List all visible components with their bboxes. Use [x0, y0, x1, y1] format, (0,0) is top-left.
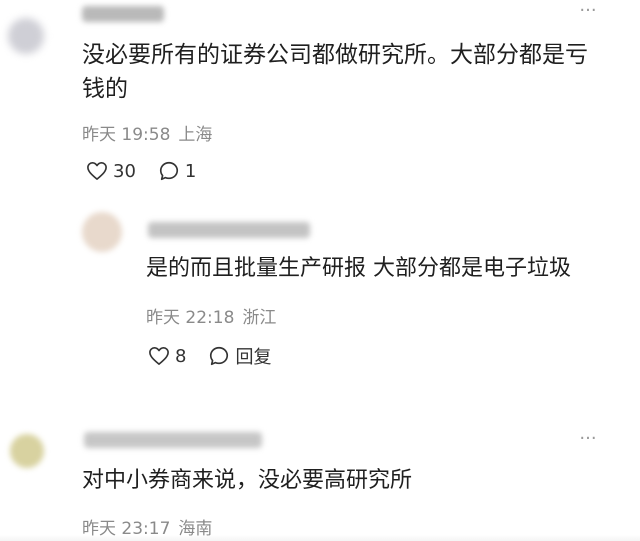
- comment-meta: 昨天 19:58 上海: [82, 120, 220, 145]
- comment-location: 上海: [178, 125, 213, 145]
- comment-time: 昨天 22:18: [146, 308, 235, 328]
- comment-actions: 8 回复: [148, 343, 293, 369]
- username-blurred[interactable]: [82, 6, 164, 22]
- reply-button[interactable]: 回复: [208, 343, 271, 369]
- like-count: 30: [113, 160, 136, 182]
- more-options-icon[interactable]: ···: [578, 430, 598, 448]
- bottom-edge: [0, 535, 640, 541]
- comment-bubble-icon: [210, 346, 229, 366]
- avatar[interactable]: [8, 18, 44, 54]
- avatar[interactable]: [82, 212, 122, 252]
- comment-text: 对中小券商来说，没必要高研究所: [82, 468, 413, 493]
- username-blurred[interactable]: [84, 432, 262, 448]
- comment-text: 没必要所有的证券公司都做研究所。大部分都是亏钱的: [82, 42, 588, 102]
- comment-actions: 30 1: [86, 160, 218, 182]
- comment-1: ··· 没必要所有的证券公司都做研究所。大部分都是亏钱的 昨天 19:58 上海 …: [0, 0, 640, 200]
- like-button[interactable]: 8: [148, 346, 186, 367]
- reply-count: 1: [184, 160, 197, 182]
- comment-3: ··· 对中小券商来说，没必要高研究所 昨天 23:17 海南: [0, 420, 640, 541]
- comment-text: 是的而且批量生产研报 大部分都是电子垃圾: [146, 256, 571, 281]
- comment-location: 浙江: [242, 308, 277, 328]
- avatar[interactable]: [10, 434, 44, 468]
- username-blurred[interactable]: [148, 222, 310, 238]
- heart-icon: [87, 162, 107, 180]
- reply-label: 回复: [235, 347, 272, 368]
- comment-time: 昨天 19:58: [82, 125, 171, 145]
- more-options-icon[interactable]: ···: [578, 2, 598, 20]
- like-button[interactable]: 30: [86, 161, 136, 182]
- heart-icon: [149, 347, 169, 365]
- comment-meta: 昨天 22:18 浙江: [146, 303, 284, 328]
- reply-button[interactable]: 1: [158, 160, 196, 182]
- comment-bubble-icon: [159, 161, 178, 181]
- like-count: 8: [175, 345, 187, 367]
- comment-reply: 是的而且批量生产研报 大部分都是电子垃圾 昨天 22:18 浙江 8 回复: [0, 200, 640, 390]
